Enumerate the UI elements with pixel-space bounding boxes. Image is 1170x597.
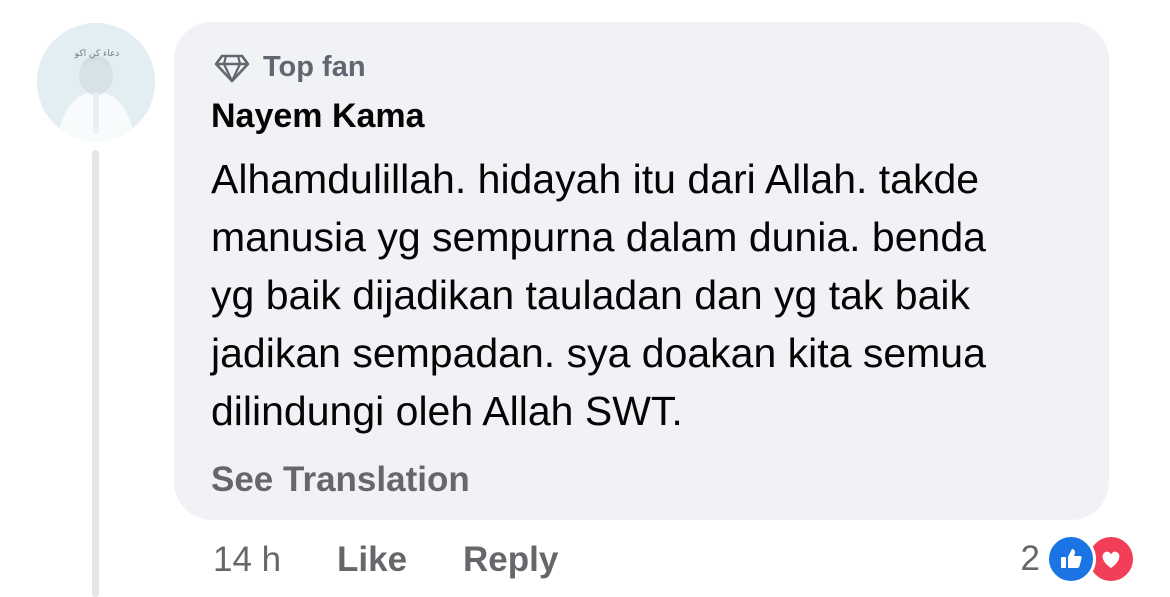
reaction-icons [1046,534,1136,584]
thread-line [92,150,99,597]
reaction-summary[interactable]: 2 [1021,533,1136,585]
avatar-image: دعاء كن اكو [37,23,155,141]
badge-label: Top fan [263,50,366,83]
see-translation-link[interactable]: See Translation [211,458,470,502]
comment-actions: 14 h Like Reply [213,536,558,584]
avatar-overlay-text: دعاء كن اكو [74,49,120,59]
diamond-icon [214,54,250,83]
comment-line: manusia yg sempurna dalam dunia. benda [211,214,986,260]
comment-author[interactable]: Nayem Kama [211,96,425,136]
reply-button[interactable]: Reply [463,540,558,580]
top-fan-badge[interactable]: Top fan [213,47,366,87]
comment-timestamp[interactable]: 14 h [213,540,337,580]
like-button[interactable]: Like [337,540,463,580]
reaction-count: 2 [1020,539,1040,578]
comment-line: Alhamdulillah. hidayah itu dari Allah. t… [211,156,980,202]
comment-line: yg baik dijadikan tauladan dan yg tak ba… [211,272,971,318]
comment-line: jadikan sempadan. sya doakan kita semua [211,330,986,376]
avatar[interactable]: دعاء كن اكو [37,23,155,141]
comment-line: dilindungi oleh Allah SWT. [211,388,683,434]
comment-thread: دعاء كن اكو Top fan Nayem Kama Alhamduli… [0,0,1170,597]
comment-text: Alhamdulillah. hidayah itu dari Allah. t… [211,150,1091,440]
like-icon [1046,534,1096,584]
